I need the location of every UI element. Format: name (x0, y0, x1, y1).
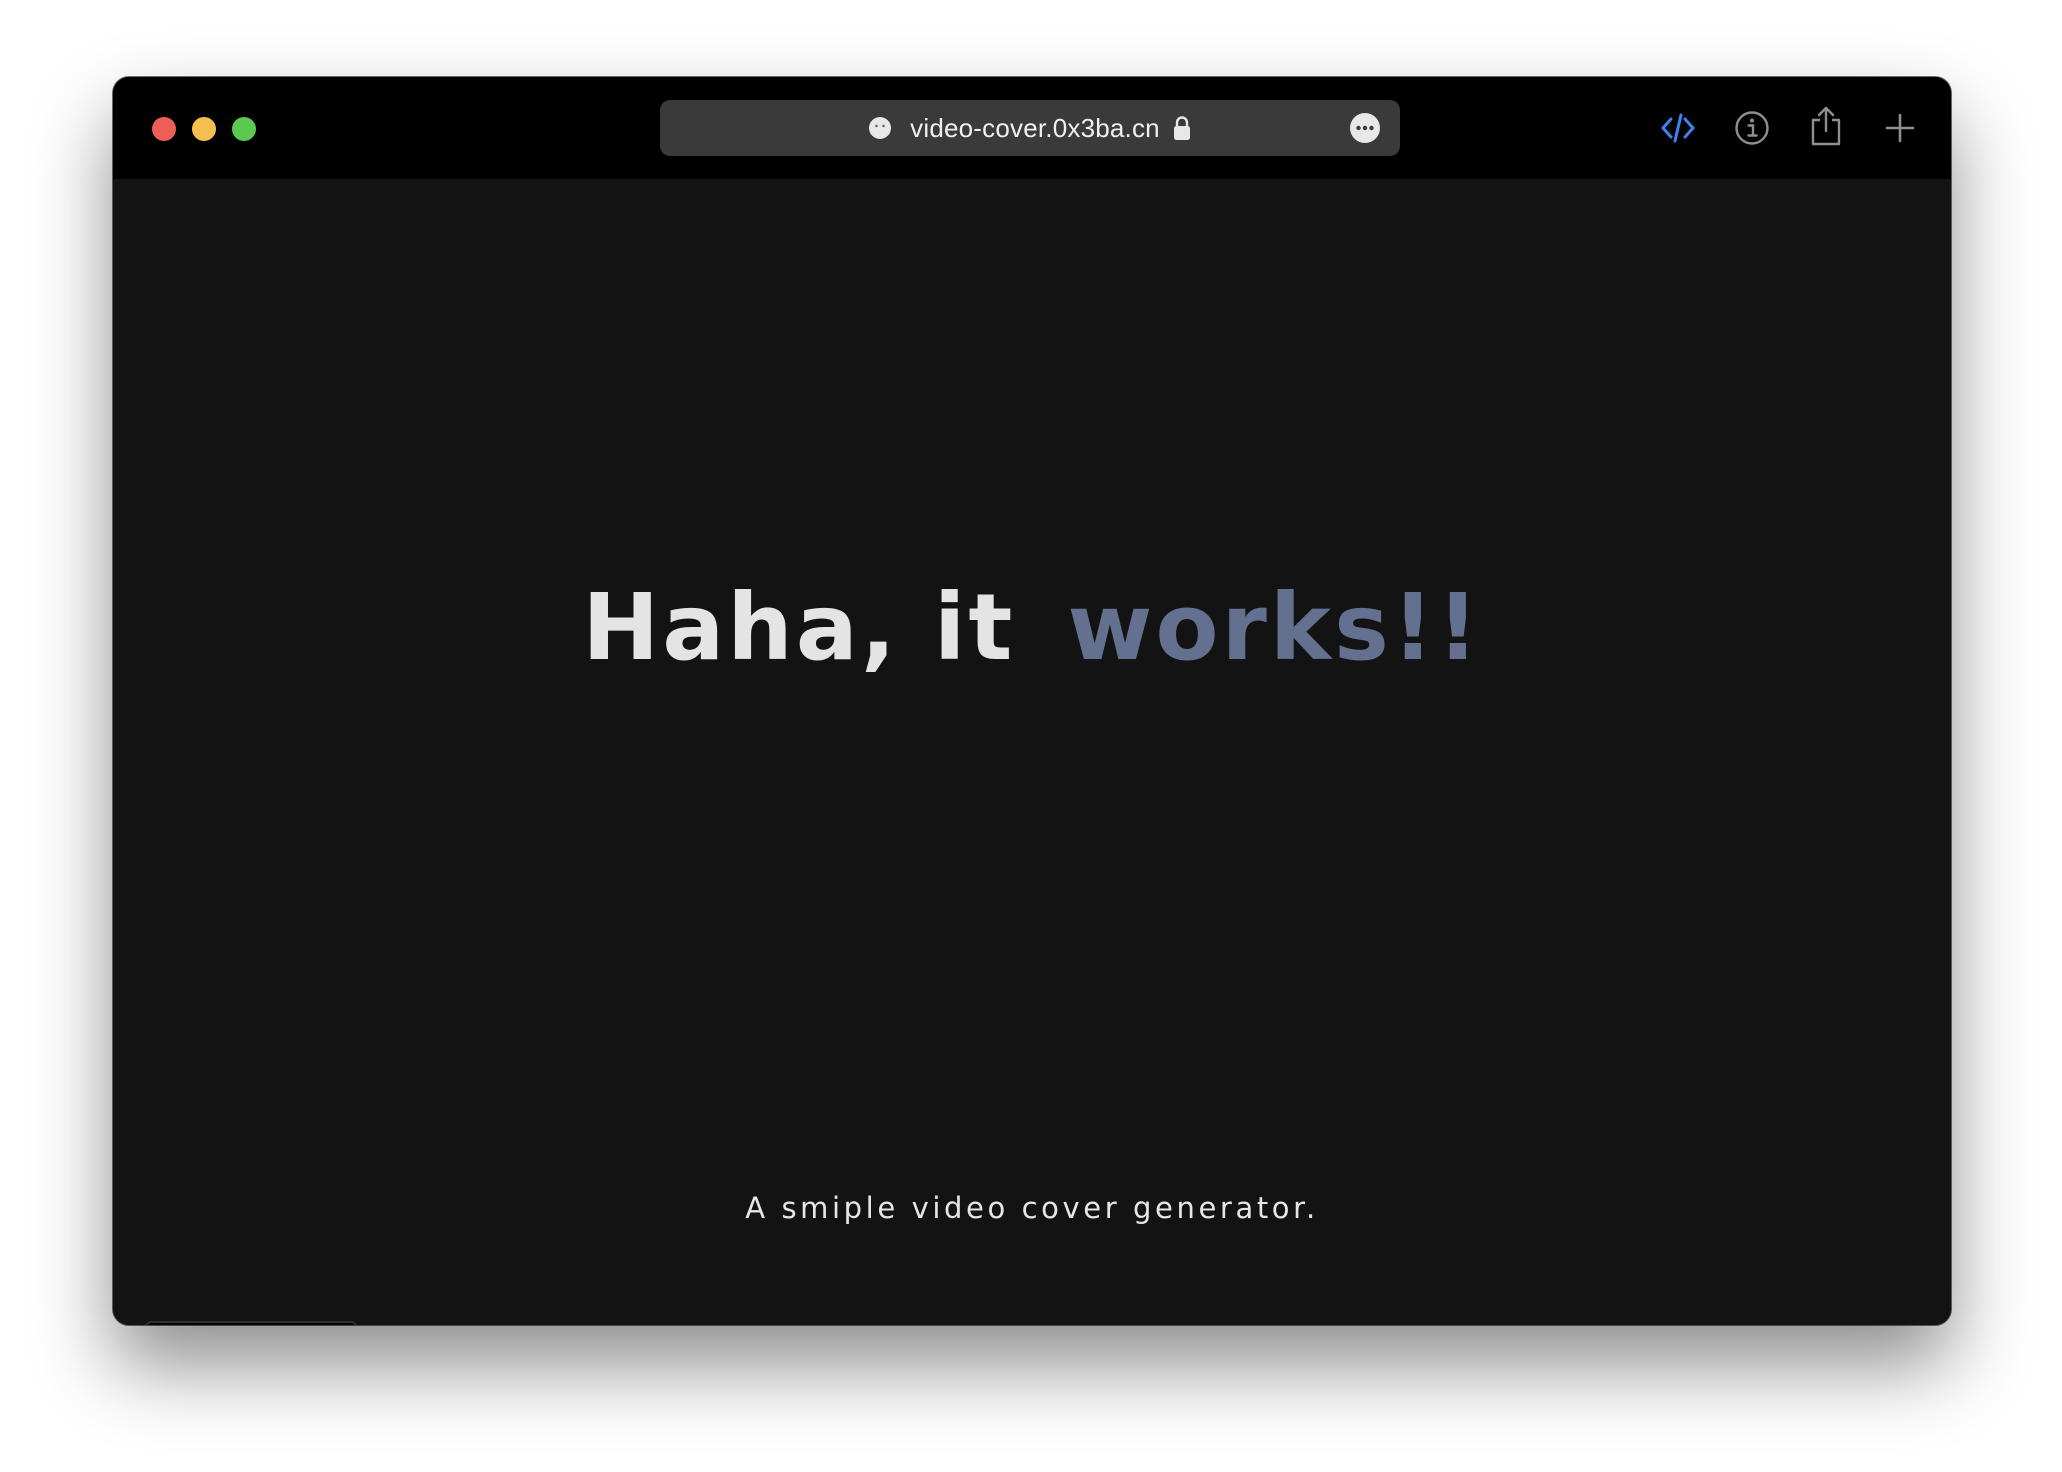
close-window-button[interactable] (152, 117, 176, 141)
headline-main-text: Haha, it (582, 574, 1016, 681)
url-text: video-cover.0x3ba.cn (910, 112, 1160, 143)
cover-subtitle: A smiple video cover generator. (745, 1191, 1319, 1225)
title-bar: video-cover.0x3ba.cn (113, 77, 1951, 179)
plus-icon[interactable] (1882, 110, 1918, 146)
minimize-window-button[interactable] (192, 117, 216, 141)
cover-canvas: Haha, it works!! A smiple video cover gen… (113, 179, 1951, 1325)
share-icon[interactable] (1808, 105, 1844, 147)
code-icon[interactable] (1660, 110, 1696, 146)
cover-toolbar (145, 1321, 357, 1325)
address-bar[interactable]: video-cover.0x3ba.cn (660, 100, 1400, 156)
cover-headline: Haha, it works!! (113, 574, 1951, 681)
headline-accent-text: works!! (1067, 574, 1482, 681)
info-icon[interactable] (1734, 110, 1770, 146)
lock-icon (1172, 115, 1192, 141)
browser-window: video-cover.0x3ba.cn Haha, it works!! A … (113, 77, 1951, 1325)
zoom-window-button[interactable] (232, 117, 256, 141)
more-icon[interactable] (1350, 113, 1380, 143)
favicon-icon (868, 116, 892, 140)
